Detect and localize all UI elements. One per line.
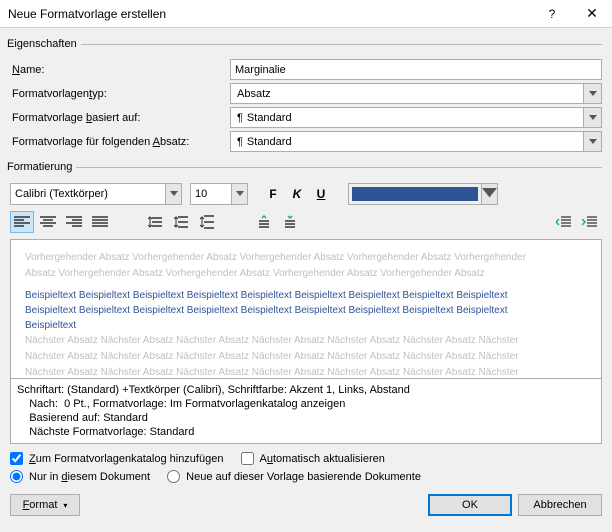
spacing-1-button[interactable]	[144, 211, 168, 233]
following-select[interactable]: ¶ Standard	[230, 131, 602, 152]
formatting-legend: Formatierung	[7, 161, 76, 173]
preview-before: Absatz Vorhergehender Absatz Vorhergehen…	[25, 266, 587, 282]
fontcolor-combo[interactable]	[348, 183, 498, 205]
auto-update-checkbox[interactable]: Automatisch aktualisieren	[241, 452, 385, 465]
desc-line: Nächste Formatvorlage: Standard	[17, 425, 595, 439]
spacing-1-5-button[interactable]	[170, 211, 194, 233]
paragraph-icon: ¶	[237, 112, 243, 124]
help-button[interactable]: ?	[532, 0, 572, 28]
indent-increase-button[interactable]	[578, 211, 602, 233]
close-button[interactable]: ✕	[572, 0, 612, 28]
chevron-down-icon	[231, 184, 247, 204]
space-before-dec-button[interactable]	[278, 211, 302, 233]
format-button[interactable]: Format▾	[10, 494, 80, 516]
spacing-2-button[interactable]	[196, 211, 220, 233]
desc-line: Schriftart: (Standard) +Textkörper (Cali…	[17, 383, 595, 397]
properties-group: Eigenschaften Name: Formatvorlagentyp: A…	[10, 38, 602, 155]
align-right-button[interactable]	[62, 211, 86, 233]
formatting-group: Formatierung Calibri (Textkörper) 10 F K…	[10, 161, 602, 444]
only-document-radio[interactable]: Nur in diesem Dokument	[10, 470, 150, 483]
following-value: Standard	[247, 136, 292, 148]
cancel-button[interactable]: Abbrechen	[518, 494, 602, 516]
preview-after: Nächster Absatz Nächster Absatz Nächster…	[25, 365, 587, 379]
fontsize-combo[interactable]: 10	[190, 183, 248, 205]
template-based-radio[interactable]: Neue auf dieser Vorlage basierende Dokum…	[167, 470, 421, 483]
template-based-input[interactable]	[167, 470, 180, 483]
preview-after: Nächster Absatz Nächster Absatz Nächster…	[25, 333, 587, 349]
underline-button[interactable]: U	[310, 183, 332, 205]
name-input[interactable]	[230, 59, 602, 80]
chevron-down-icon	[165, 184, 181, 204]
paraspacing-group	[252, 211, 302, 233]
chevron-down-icon	[583, 108, 601, 127]
font-value: Calibri (Textkörper)	[11, 188, 165, 200]
align-left-button[interactable]	[10, 211, 34, 233]
desc-line: Nach: 0 Pt., Formatvorlage: Im Formatvor…	[17, 397, 595, 411]
type-select[interactable]: Absatz	[230, 83, 602, 104]
type-value: Absatz	[237, 88, 271, 100]
preview-sample: Beispieltext Beispieltext Beispieltext B…	[25, 288, 587, 303]
only-document-input[interactable]	[10, 470, 23, 483]
font-combo[interactable]: Calibri (Textkörper)	[10, 183, 182, 205]
description-box: Schriftart: (Standard) +Textkörper (Cali…	[10, 379, 602, 444]
preview-sample: Beispieltext	[25, 318, 587, 333]
basedon-select[interactable]: ¶ Standard	[230, 107, 602, 128]
basedon-value: Standard	[247, 112, 292, 124]
add-catalog-checkbox[interactable]: Zum Formatvorlagenkatalog hinzufügen	[10, 452, 223, 465]
preview-sample: Beispieltext Beispieltext Beispieltext B…	[25, 303, 587, 318]
properties-legend: Eigenschaften	[7, 38, 81, 50]
space-before-inc-button[interactable]	[252, 211, 276, 233]
window-title: Neue Formatvorlage erstellen	[8, 7, 532, 21]
indent-group	[552, 211, 602, 233]
titlebar: Neue Formatvorlage erstellen ? ✕	[0, 0, 612, 28]
preview-before: Vorhergehender Absatz Vorhergehender Abs…	[25, 250, 587, 266]
desc-line: Basierend auf: Standard	[17, 411, 595, 425]
basedon-label: Formatvorlage basiert auf:	[10, 112, 230, 124]
linespacing-group	[144, 211, 220, 233]
following-label: Formatvorlage für folgenden Absatz:	[10, 136, 230, 148]
fontsize-value: 10	[191, 188, 231, 200]
name-label: Name:	[10, 64, 230, 76]
chevron-down-icon	[583, 132, 601, 151]
italic-button[interactable]: K	[286, 183, 308, 205]
align-center-button[interactable]	[36, 211, 60, 233]
chevron-down-icon: ▾	[63, 501, 67, 510]
indent-decrease-button[interactable]	[552, 211, 576, 233]
alignment-group	[10, 211, 112, 233]
ok-button[interactable]: OK	[428, 494, 512, 516]
paragraph-icon: ¶	[237, 136, 243, 148]
template-based-label: Neue auf dieser Vorlage basierende Dokum…	[186, 471, 421, 483]
preview-pane: Vorhergehender Absatz Vorhergehender Abs…	[10, 239, 602, 379]
preview-after: Nächster Absatz Nächster Absatz Nächster…	[25, 349, 587, 365]
auto-update-input[interactable]	[241, 452, 254, 465]
bold-button[interactable]: F	[262, 183, 284, 205]
color-swatch	[352, 187, 478, 201]
add-catalog-input[interactable]	[10, 452, 23, 465]
align-justify-button[interactable]	[88, 211, 112, 233]
chevron-down-icon	[583, 84, 601, 103]
type-label: Formatvorlagentyp:	[10, 88, 230, 100]
chevron-down-icon	[481, 184, 497, 204]
